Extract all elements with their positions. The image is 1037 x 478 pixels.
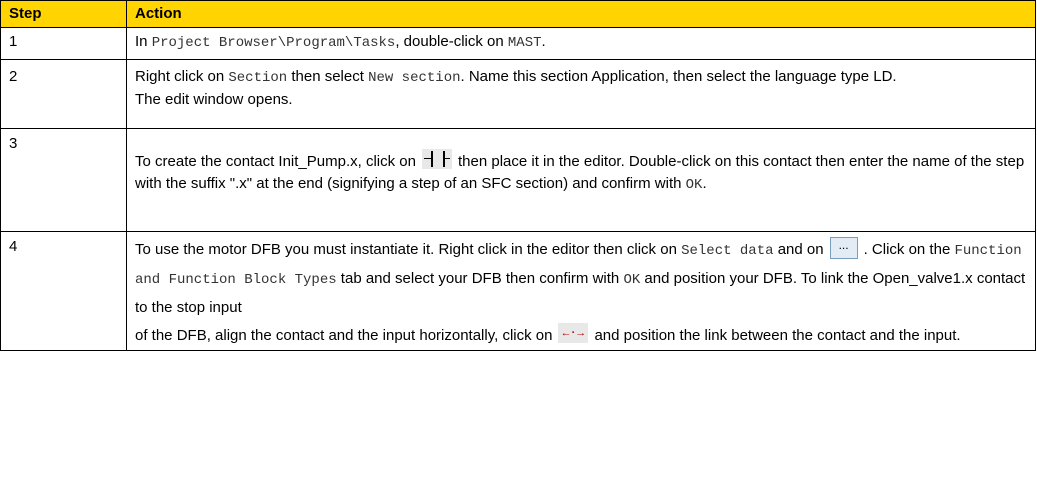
action-text: , double-click on (395, 33, 508, 50)
code-text: Select data (681, 243, 774, 259)
table-header-row: Step Action (0, 0, 1036, 28)
table-row: 4 To use the motor DFB you must instanti… (0, 231, 1036, 351)
ld-contact-icon[interactable] (421, 149, 452, 170)
code-text: Project Browser\Program\Tasks (151, 35, 396, 51)
action-text: then select (287, 68, 369, 85)
action-text: . Click on the (863, 241, 955, 258)
action-cell: Right click on Section then select New s… (126, 59, 1036, 129)
ld-link-icon[interactable]: ←·→ (558, 323, 589, 344)
action-text: position the link between the contact an… (623, 327, 961, 344)
action-cell: To use the motor DFB you must instantiat… (126, 231, 1036, 351)
action-cell: In Project Browser\Program\Tasks, double… (126, 27, 1036, 60)
action-text: and on (777, 241, 824, 258)
code-text: MAST (507, 35, 542, 51)
header-step: Step (0, 0, 127, 28)
action-text: To create the contact Init_Pump.x, click… (135, 153, 416, 170)
action-text: tab and select your DFB then confirm wit… (336, 270, 624, 287)
code-text: OK (685, 177, 703, 193)
action-text: . Name this section Application, then se… (460, 68, 897, 85)
action-text: The edit window opens. (135, 91, 293, 108)
table-row: 3 To create the contact Init_Pump.x, cli… (0, 128, 1036, 232)
action-text: and (594, 327, 620, 344)
code-text: Section (228, 70, 288, 86)
steps-table: Step Action 1 In Project Browser\Program… (0, 0, 1036, 351)
table-row: 2 Right click on Section then select New… (0, 59, 1036, 129)
code-text: OK (623, 272, 641, 288)
action-text: . (541, 33, 546, 50)
action-text: In (135, 33, 152, 50)
action-text: of the DFB, align the contact and the in… (135, 327, 553, 344)
action-text: To use the motor DFB you must instantiat… (135, 241, 682, 258)
code-text: New section (368, 70, 461, 86)
step-number: 3 (0, 128, 127, 232)
table-row: 1 In Project Browser\Program\Tasks, doub… (0, 27, 1036, 60)
ellipsis-button-icon[interactable]: ... (829, 237, 858, 260)
step-number: 1 (0, 27, 127, 60)
step-number: 4 (0, 231, 127, 351)
header-action: Action (126, 0, 1036, 28)
action-text: Right click on (135, 68, 229, 85)
action-cell: To create the contact Init_Pump.x, click… (126, 128, 1036, 232)
action-text: . (702, 175, 707, 192)
step-number: 2 (0, 59, 127, 129)
